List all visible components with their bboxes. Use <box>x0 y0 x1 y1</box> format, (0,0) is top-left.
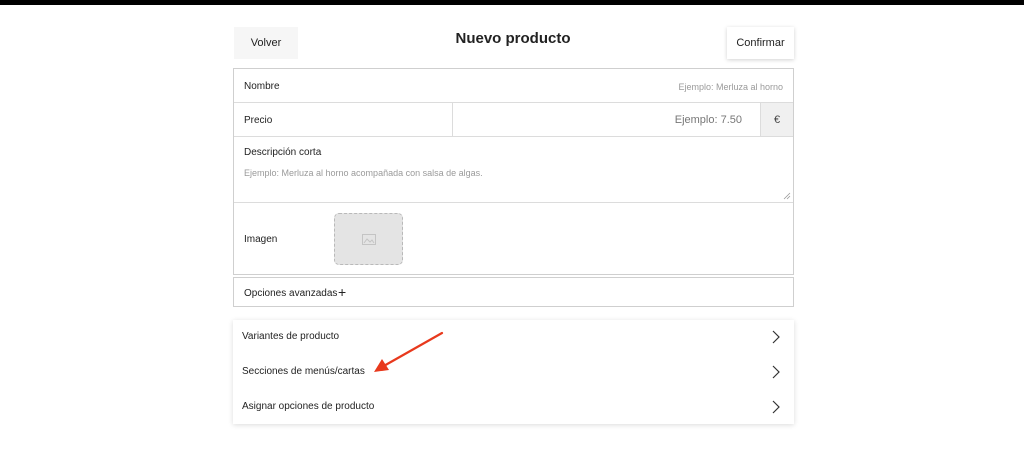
resize-handle-icon[interactable] <box>783 192 791 200</box>
link-label: Asignar opciones de producto <box>242 401 375 412</box>
price-placeholder: Ejemplo: 7.50 <box>674 114 742 126</box>
top-bar <box>0 0 1024 5</box>
advanced-options-label: Opciones avanzadas <box>244 288 338 299</box>
product-form: Nombre Ejemplo: Merluza al horno Precio … <box>233 68 794 275</box>
description-field[interactable]: Descripción corta Ejemplo: Merluza al ho… <box>234 137 793 203</box>
name-input[interactable]: Ejemplo: Merluza al horno <box>678 82 783 92</box>
plus-icon[interactable]: + <box>338 284 346 300</box>
chevron-right-icon <box>772 365 780 379</box>
link-assign-product-options[interactable]: Asignar opciones de producto <box>233 390 794 424</box>
description-label: Descripción corta <box>244 147 322 158</box>
page-title: Nuevo producto <box>455 30 571 47</box>
image-label: Imagen <box>244 234 278 245</box>
name-label: Nombre <box>244 81 280 92</box>
link-label: Variantes de producto <box>242 331 340 342</box>
price-input[interactable]: Ejemplo: 7.50 <box>452 103 760 136</box>
chevron-right-icon <box>772 330 780 344</box>
red-arrow-icon <box>374 331 444 372</box>
description-input[interactable]: Ejemplo: Merluza al horno acompañada con… <box>244 168 483 178</box>
link-label: Secciones de menús/cartas <box>242 366 365 377</box>
link-product-variants[interactable]: Variantes de producto <box>233 320 794 354</box>
currency-addon: € <box>760 103 793 136</box>
image-upload-dropzone[interactable] <box>334 213 403 265</box>
price-label: Precio <box>244 115 273 126</box>
advanced-options-toggle[interactable]: Opciones avanzadas + <box>233 277 794 307</box>
back-button[interactable]: Volver <box>234 27 298 59</box>
product-links-list: Variantes de producto Secciones de menús… <box>233 320 794 424</box>
image-field: Imagen <box>234 203 793 275</box>
confirm-button[interactable]: Confirmar <box>727 27 794 59</box>
name-field[interactable]: Nombre Ejemplo: Merluza al horno <box>234 69 793 103</box>
image-placeholder-icon <box>361 233 376 245</box>
chevron-right-icon <box>772 400 780 414</box>
link-menu-sections[interactable]: Secciones de menús/cartas <box>233 355 794 389</box>
price-field: Precio Ejemplo: 7.50 € <box>234 103 793 137</box>
